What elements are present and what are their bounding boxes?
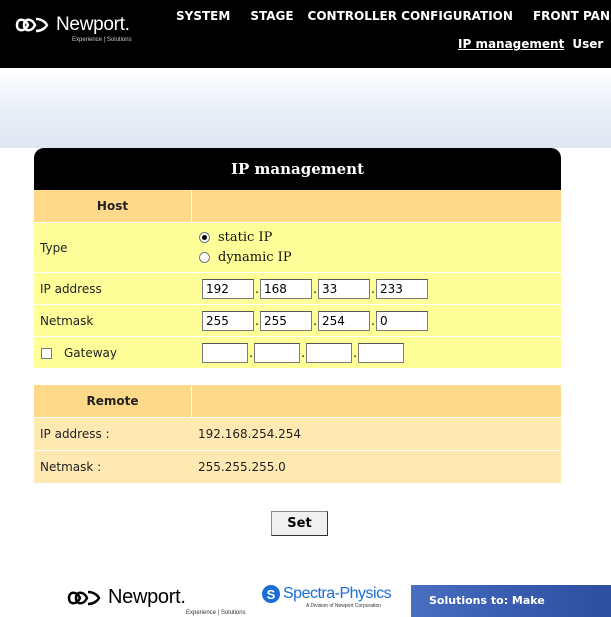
- type-label: Type: [34, 222, 192, 272]
- sub-nav: IP management User: [458, 37, 611, 51]
- gateway-octet-4[interactable]: [358, 342, 404, 363]
- netmask-octet-3[interactable]: [318, 310, 370, 331]
- newport-logo[interactable]: Newport. Experience | Solutions: [14, 14, 132, 43]
- type-row: Type static IP dynamic IP: [34, 222, 561, 272]
- main-nav: SYSTEM STAGE CONTROLLER CONFIGURATION FR…: [176, 9, 611, 23]
- host-header-row: Host: [34, 190, 561, 222]
- netmask-octet-2[interactable]: [260, 310, 312, 331]
- radio-static-ip-control[interactable]: [199, 232, 210, 243]
- netmask-fields: . . .: [202, 310, 561, 331]
- host-header: Host: [34, 190, 192, 222]
- ip-octet-1[interactable]: [202, 278, 254, 299]
- newport-mark-icon: [15, 17, 49, 33]
- netmask-row: Netmask . . .: [34, 304, 561, 336]
- remote-ip-value: 192.168.254.254: [192, 417, 561, 450]
- remote-netmask-label: Netmask :: [34, 450, 192, 483]
- netmask-octet-4[interactable]: [376, 310, 428, 331]
- netmask-octet-1[interactable]: [202, 310, 254, 331]
- ip-management-panel: IP management Host Type static IP dynami…: [34, 148, 561, 483]
- radio-selected-dot: [202, 235, 207, 240]
- nav-front-panel[interactable]: FRONT PANE: [533, 9, 611, 23]
- ip-address-row: IP address . . .: [34, 272, 561, 304]
- gateway-fields: . . .: [202, 342, 561, 363]
- gateway-octet-2[interactable]: [254, 342, 300, 363]
- brand-name: Newport.: [56, 14, 130, 35]
- gateway-row: Gateway . . .: [34, 336, 561, 368]
- spectra-physics-name: Spectra-Physics: [283, 585, 392, 602]
- radio-dynamic-ip[interactable]: dynamic IP: [199, 248, 561, 268]
- remote-header-row: Remote: [34, 385, 561, 417]
- remote-ip-label: IP address :: [34, 417, 192, 450]
- radio-dynamic-ip-control[interactable]: [199, 252, 210, 263]
- banner-text: Solutions to: Make: [429, 594, 545, 607]
- subnav-ip-management[interactable]: IP management: [458, 37, 564, 51]
- nav-stage[interactable]: STAGE: [250, 9, 293, 23]
- spectra-physics-s-icon: S: [262, 585, 280, 603]
- gateway-octet-1[interactable]: [202, 342, 248, 363]
- nav-controller-configuration[interactable]: CONTROLLER CONFIGURATION: [308, 9, 513, 23]
- radio-dynamic-ip-label: dynamic IP: [218, 249, 292, 265]
- ip-octet-3[interactable]: [318, 278, 370, 299]
- netmask-label: Netmask: [34, 304, 192, 336]
- remote-header: Remote: [34, 385, 192, 417]
- subnav-user[interactable]: User: [572, 37, 603, 51]
- spectra-physics-tagline: A Division of Newport Corporation: [306, 603, 382, 609]
- footer-newport-name: Newport.: [108, 586, 186, 608]
- footer-banner[interactable]: Solutions to: Make: [411, 585, 611, 617]
- ip-octet-2[interactable]: [260, 278, 312, 299]
- spectra-physics-logo[interactable]: S Spectra-Physics A Division of Newport …: [262, 585, 392, 609]
- gateway-checkbox[interactable]: [41, 347, 52, 359]
- remote-ip-row: IP address : 192.168.254.254: [34, 417, 561, 450]
- ip-octet-4[interactable]: [376, 278, 428, 299]
- top-header: Newport. Experience | Solutions SYSTEM S…: [0, 0, 611, 68]
- ip-address-label: IP address: [34, 272, 192, 304]
- set-button[interactable]: Set: [271, 511, 328, 536]
- brand-tagline: Experience | Solutions: [72, 37, 132, 43]
- settings-table: Host Type static IP dynamic IP IP addres…: [34, 190, 561, 483]
- radio-static-ip[interactable]: static IP: [199, 228, 561, 248]
- ip-address-fields: . . .: [202, 278, 561, 299]
- radio-static-ip-label: static IP: [218, 229, 273, 245]
- gateway-label: Gateway: [64, 345, 118, 360]
- panel-title: IP management: [34, 148, 561, 190]
- remote-netmask-value: 255.255.255.0: [192, 450, 561, 483]
- gateway-octet-3[interactable]: [306, 342, 352, 363]
- remote-netmask-row: Netmask : 255.255.255.0: [34, 450, 561, 483]
- nav-system[interactable]: SYSTEM: [176, 9, 230, 23]
- footer-newport-tagline: Experience | Solutions: [186, 610, 246, 616]
- footer-newport-logo[interactable]: Newport. Experience | Solutions: [66, 586, 246, 616]
- footer-newport-mark-icon: [67, 590, 101, 605]
- header-gradient-band: [0, 68, 611, 148]
